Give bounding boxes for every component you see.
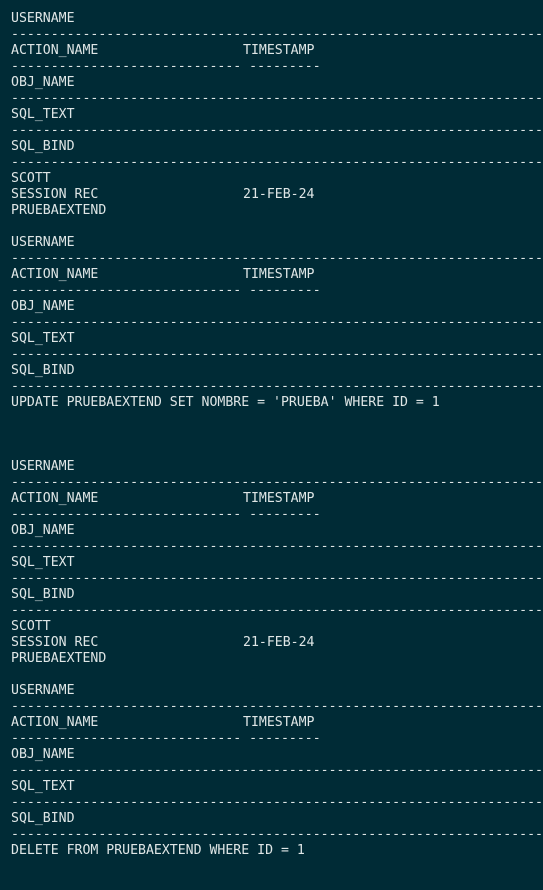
obj-name-header: OBJ_NAME <box>11 523 75 538</box>
sql-bind-header: SQL_BIND <box>11 587 75 602</box>
sql-text-header: SQL_TEXT <box>11 331 75 346</box>
separator-rule: ----------------------------------------… <box>11 475 543 490</box>
sql-bind-header: SQL_BIND <box>11 811 75 826</box>
action-separator-rule: ----------------------------- --------- <box>11 59 321 74</box>
record-obj-name: PRUEBAEXTEND <box>11 651 107 666</box>
obj-name-header: OBJ_NAME <box>11 75 75 90</box>
separator-rule: ----------------------------------------… <box>11 571 543 586</box>
separator-rule: ----------------------------------------… <box>11 603 543 618</box>
action-separator-rule: ----------------------------- --------- <box>11 283 321 298</box>
separator-rule: ----------------------------------------… <box>11 795 543 810</box>
record-username: SCOTT <box>11 171 51 186</box>
action-name-header: ACTION_NAME <box>11 715 99 730</box>
record-username: SCOTT <box>11 619 51 634</box>
obj-name-header: OBJ_NAME <box>11 299 75 314</box>
action-separator-rule: ----------------------------- --------- <box>11 507 321 522</box>
sql-text-header: SQL_TEXT <box>11 779 75 794</box>
separator-rule: ----------------------------------------… <box>11 123 543 138</box>
action-separator-rule: ----------------------------- --------- <box>11 731 321 746</box>
separator-rule: ----------------------------------------… <box>11 155 543 170</box>
record-timestamp: 21-FEB-24 <box>243 635 315 650</box>
record-action-name: SESSION REC <box>11 635 99 650</box>
separator-rule: ----------------------------------------… <box>11 763 543 778</box>
separator-rule: ----------------------------------------… <box>11 699 543 714</box>
separator-rule: ----------------------------------------… <box>11 91 543 106</box>
sql-text-header: SQL_TEXT <box>11 107 75 122</box>
separator-rule: ----------------------------------------… <box>11 27 543 42</box>
record-sql-text: UPDATE PRUEBAEXTEND SET NOMBRE = 'PRUEBA… <box>11 395 440 410</box>
username-header: USERNAME <box>11 235 75 250</box>
timestamp-header: TIMESTAMP <box>243 267 315 282</box>
separator-rule: ----------------------------------------… <box>11 347 543 362</box>
action-name-header: ACTION_NAME <box>11 491 99 506</box>
separator-rule: ----------------------------------------… <box>11 539 543 554</box>
separator-rule: ----------------------------------------… <box>11 315 543 330</box>
terminal-output[interactable]: USERNAME -------------------------------… <box>0 0 543 890</box>
username-header: USERNAME <box>11 683 75 698</box>
timestamp-header: TIMESTAMP <box>243 43 315 58</box>
sql-bind-header: SQL_BIND <box>11 363 75 378</box>
separator-rule: ----------------------------------------… <box>11 251 543 266</box>
username-header: USERNAME <box>11 459 75 474</box>
timestamp-header: TIMESTAMP <box>243 715 315 730</box>
timestamp-header: TIMESTAMP <box>243 491 315 506</box>
separator-rule: ----------------------------------------… <box>11 379 543 394</box>
sql-text-header: SQL_TEXT <box>11 555 75 570</box>
action-name-header: ACTION_NAME <box>11 267 99 282</box>
record-timestamp: 21-FEB-24 <box>243 187 315 202</box>
obj-name-header: OBJ_NAME <box>11 747 75 762</box>
username-header: USERNAME <box>11 11 75 26</box>
record-action-name: SESSION REC <box>11 187 99 202</box>
separator-rule: ----------------------------------------… <box>11 827 543 842</box>
sql-bind-header: SQL_BIND <box>11 139 75 154</box>
action-name-header: ACTION_NAME <box>11 43 99 58</box>
record-sql-text: DELETE FROM PRUEBAEXTEND WHERE ID = 1 <box>11 843 305 858</box>
record-obj-name: PRUEBAEXTEND <box>11 203 107 218</box>
